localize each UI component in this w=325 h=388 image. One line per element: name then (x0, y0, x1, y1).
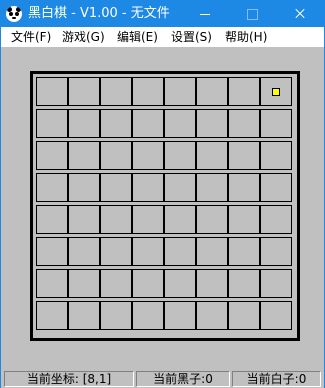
board-cell[interactable] (100, 141, 132, 170)
menu-game[interactable]: 游戏(G) (59, 29, 108, 45)
board-cell[interactable] (196, 77, 228, 106)
board-cell[interactable] (228, 77, 260, 106)
board-cell[interactable] (228, 109, 260, 138)
board-cell[interactable] (260, 237, 292, 266)
board-cell[interactable] (132, 141, 164, 170)
board-cell[interactable] (36, 269, 68, 298)
board-cell[interactable] (260, 109, 292, 138)
board-cell[interactable] (68, 141, 100, 170)
panda-icon[interactable] (6, 6, 22, 22)
board-cell[interactable] (164, 141, 196, 170)
board-cell[interactable] (68, 237, 100, 266)
board-cell[interactable] (100, 269, 132, 298)
board-cell[interactable] (68, 109, 100, 138)
board-cell[interactable] (196, 269, 228, 298)
board-cell[interactable] (164, 205, 196, 234)
app-window: 黑白棋 - V1.00 - 无文件 文件(F) 游戏(G) 编辑(E) 设置(S… (0, 0, 325, 388)
board-cell[interactable] (36, 109, 68, 138)
board-cell[interactable] (260, 205, 292, 234)
status-black-count: 当前黑子:0 (136, 371, 230, 387)
menu-bar: 文件(F) 游戏(G) 编辑(E) 设置(S) 帮助(H) (1, 27, 324, 47)
close-button[interactable] (277, 1, 323, 27)
board-cell[interactable] (100, 109, 132, 138)
board-cell[interactable] (36, 77, 68, 106)
board-cell[interactable] (132, 109, 164, 138)
board-cell[interactable] (228, 237, 260, 266)
board-cell[interactable] (260, 141, 292, 170)
board-cell[interactable] (196, 141, 228, 170)
board-cell[interactable] (132, 205, 164, 234)
board-cell[interactable] (228, 141, 260, 170)
status-bar: 当前坐标: [8,1] 当前黑子:0 当前白子:0 (1, 369, 324, 388)
board-cell[interactable] (68, 77, 100, 106)
board-cell[interactable] (36, 301, 68, 330)
menu-settings[interactable]: 设置(S) (168, 29, 215, 45)
board-cell[interactable] (68, 269, 100, 298)
board-cell[interactable] (68, 173, 100, 202)
board-cell[interactable] (36, 141, 68, 170)
title-bar[interactable]: 黑白棋 - V1.00 - 无文件 (1, 1, 324, 27)
board-cell[interactable] (68, 205, 100, 234)
game-area (1, 47, 324, 369)
board-cell[interactable] (196, 301, 228, 330)
cursor-marker (272, 87, 280, 96)
board-cell[interactable] (100, 173, 132, 202)
menu-file[interactable]: 文件(F) (8, 29, 54, 45)
board-cell[interactable] (164, 173, 196, 202)
board-cell[interactable] (196, 205, 228, 234)
board-cell[interactable] (36, 205, 68, 234)
board-cell[interactable] (36, 173, 68, 202)
board-cell[interactable] (164, 109, 196, 138)
board-cell[interactable] (164, 237, 196, 266)
board-cell[interactable] (196, 237, 228, 266)
board-cell[interactable] (36, 237, 68, 266)
status-white-count: 当前白子:0 (232, 371, 321, 387)
board-cell[interactable] (228, 173, 260, 202)
board-cell[interactable] (228, 205, 260, 234)
board-cell[interactable] (164, 301, 196, 330)
menu-edit[interactable]: 编辑(E) (114, 29, 161, 45)
board-cell[interactable] (260, 173, 292, 202)
board-cell[interactable] (100, 205, 132, 234)
board-cell[interactable] (164, 269, 196, 298)
board-cell[interactable] (100, 237, 132, 266)
board-cell[interactable] (100, 301, 132, 330)
menu-help[interactable]: 帮助(H) (222, 29, 270, 45)
board-cell[interactable] (164, 77, 196, 106)
maximize-button (229, 1, 275, 27)
board-cell[interactable] (132, 173, 164, 202)
board-cell[interactable] (132, 301, 164, 330)
board-cell[interactable] (196, 109, 228, 138)
board-cell[interactable] (260, 301, 292, 330)
status-coordinates: 当前坐标: [8,1] (4, 371, 134, 387)
board-cell[interactable] (68, 301, 100, 330)
window-title: 黑白棋 - V1.00 - 无文件 (28, 6, 170, 21)
board-cell[interactable] (260, 269, 292, 298)
board-cell[interactable] (132, 77, 164, 106)
board-cell[interactable] (100, 77, 132, 106)
minimize-button[interactable] (182, 1, 228, 27)
board-cell[interactable] (132, 237, 164, 266)
board-cell[interactable] (228, 269, 260, 298)
board-cell[interactable] (228, 301, 260, 330)
game-board[interactable] (36, 77, 293, 334)
board-cell[interactable] (196, 173, 228, 202)
board-cell[interactable] (132, 269, 164, 298)
